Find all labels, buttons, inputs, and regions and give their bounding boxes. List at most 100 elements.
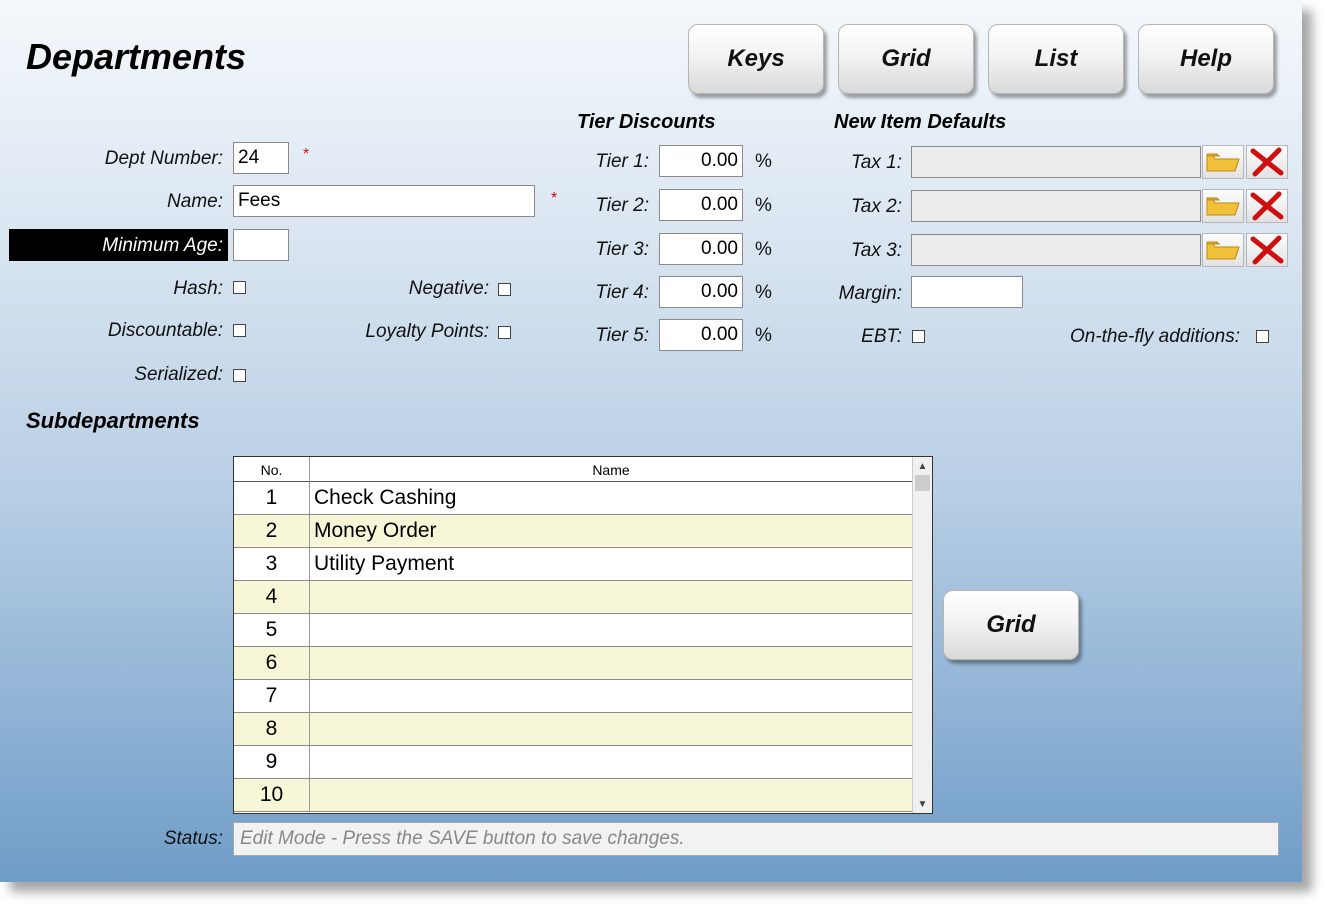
dept-number-label: Dept Number:	[104, 148, 223, 169]
table-row[interactable]: 7	[234, 680, 912, 713]
margin-label: Margin:	[838, 283, 902, 304]
tier-3-percent: %	[755, 239, 772, 260]
tax-1-label: Tax 1:	[850, 152, 902, 173]
row-number: 9	[234, 746, 310, 778]
column-header-name[interactable]: Name	[310, 457, 912, 482]
name-required-mark: *	[551, 190, 558, 207]
grid-header: No. Name	[234, 457, 912, 482]
tax-3-field[interactable]	[911, 234, 1201, 266]
scroll-thumb[interactable]	[915, 475, 930, 491]
subdepartments-grid: No. Name 1 Check Cashing 2 Money Order 3…	[233, 456, 933, 814]
subdepartments-grid-button[interactable]: Grid	[943, 590, 1079, 660]
table-row[interactable]: 10	[234, 779, 912, 812]
hash-label: Hash:	[173, 278, 223, 299]
row-number: 10	[234, 779, 310, 811]
dept-number-input[interactable]: 24	[233, 142, 289, 174]
table-row[interactable]: 2 Money Order	[234, 515, 912, 548]
tier-4-input[interactable]: 0.00	[659, 276, 743, 308]
tier-3-label: Tier 3:	[595, 239, 649, 260]
row-name[interactable]	[314, 614, 904, 646]
ebt-label: EBT:	[861, 326, 902, 347]
folder-icon	[1206, 241, 1240, 260]
row-name[interactable]	[314, 581, 904, 613]
help-button[interactable]: Help	[1138, 24, 1274, 94]
status-field: Edit Mode - Press the SAVE button to sav…	[233, 822, 1279, 856]
page-title: Departments	[26, 36, 247, 77]
tax-1-browse-button[interactable]	[1202, 145, 1244, 179]
tax-2-clear-button[interactable]	[1246, 189, 1288, 223]
tax-1-field[interactable]	[911, 146, 1201, 178]
discountable-checkbox[interactable]	[233, 324, 246, 337]
table-row[interactable]: 3 Utility Payment	[234, 548, 912, 581]
list-button[interactable]: List	[988, 24, 1124, 94]
delete-x-icon	[1250, 191, 1284, 221]
tier-3-input[interactable]: 0.00	[659, 233, 743, 265]
row-number: 2	[234, 515, 310, 547]
scroll-up-icon[interactable]: ▲	[913, 457, 932, 475]
table-row[interactable]: 1 Check Cashing	[234, 482, 912, 515]
row-name[interactable]	[314, 713, 904, 745]
tier-4-percent: %	[755, 282, 772, 303]
scroll-down-icon[interactable]: ▼	[913, 795, 932, 813]
dept-number-required-mark: *	[303, 146, 310, 163]
grid-button[interactable]: Grid	[838, 24, 974, 94]
folder-icon	[1206, 197, 1240, 216]
row-number: 4	[234, 581, 310, 613]
table-row[interactable]: 4	[234, 581, 912, 614]
row-name[interactable]	[314, 647, 904, 679]
row-number: 3	[234, 548, 310, 580]
tier-1-label: Tier 1:	[595, 151, 649, 172]
subdepartments-heading: Subdepartments	[26, 408, 200, 433]
tier-1-percent: %	[755, 151, 772, 172]
name-input[interactable]: Fees	[233, 185, 535, 217]
status-label: Status:	[163, 828, 223, 849]
serialized-checkbox[interactable]	[233, 369, 246, 382]
hash-checkbox[interactable]	[233, 281, 246, 294]
row-name[interactable]	[314, 746, 904, 778]
ebt-checkbox[interactable]	[912, 330, 925, 343]
tax-3-label: Tax 3:	[850, 240, 902, 261]
negative-checkbox[interactable]	[498, 283, 511, 296]
minimum-age-input[interactable]	[233, 229, 289, 261]
row-name[interactable]: Utility Payment	[314, 548, 904, 580]
row-name[interactable]: Money Order	[314, 515, 904, 547]
tax-2-field[interactable]	[911, 190, 1201, 222]
discountable-label: Discountable:	[107, 320, 223, 341]
keys-button[interactable]: Keys	[688, 24, 824, 94]
tier-5-percent: %	[755, 325, 772, 346]
tax-3-browse-button[interactable]	[1202, 233, 1244, 267]
tax-2-browse-button[interactable]	[1202, 189, 1244, 223]
negative-label: Negative:	[408, 278, 489, 299]
row-name[interactable]	[314, 680, 904, 712]
folder-icon	[1206, 153, 1240, 172]
tier-1-input[interactable]: 0.00	[659, 145, 743, 177]
margin-input[interactable]	[911, 276, 1023, 308]
column-header-no[interactable]: No.	[234, 457, 310, 482]
tier-5-label: Tier 5:	[595, 325, 649, 346]
new-item-defaults-heading: New Item Defaults	[834, 111, 1007, 133]
tax-2-label: Tax 2:	[850, 196, 902, 217]
tax-3-clear-button[interactable]	[1246, 233, 1288, 267]
row-number: 8	[234, 713, 310, 745]
table-row[interactable]: 6	[234, 647, 912, 680]
row-name[interactable]: Check Cashing	[314, 482, 904, 514]
delete-x-icon	[1250, 147, 1284, 177]
tier-2-input[interactable]: 0.00	[659, 189, 743, 221]
row-number: 7	[234, 680, 310, 712]
tier-discounts-heading: Tier Discounts	[577, 111, 716, 133]
row-number: 5	[234, 614, 310, 646]
on-the-fly-checkbox[interactable]	[1256, 330, 1269, 343]
loyalty-points-checkbox[interactable]	[498, 326, 511, 339]
row-name[interactable]	[314, 779, 904, 811]
delete-x-icon	[1250, 235, 1284, 265]
table-row[interactable]: 8	[234, 713, 912, 746]
serialized-label: Serialized:	[134, 364, 223, 385]
grid-vertical-scrollbar[interactable]: ▲ ▼	[912, 457, 932, 813]
loyalty-points-label: Loyalty Points:	[365, 321, 489, 342]
departments-window: Departments Keys Grid List Help Dept Num…	[0, 0, 1302, 882]
row-number: 1	[234, 482, 310, 514]
table-row[interactable]: 9	[234, 746, 912, 779]
tax-1-clear-button[interactable]	[1246, 145, 1288, 179]
table-row[interactable]: 5	[234, 614, 912, 647]
tier-5-input[interactable]: 0.00	[659, 319, 743, 351]
